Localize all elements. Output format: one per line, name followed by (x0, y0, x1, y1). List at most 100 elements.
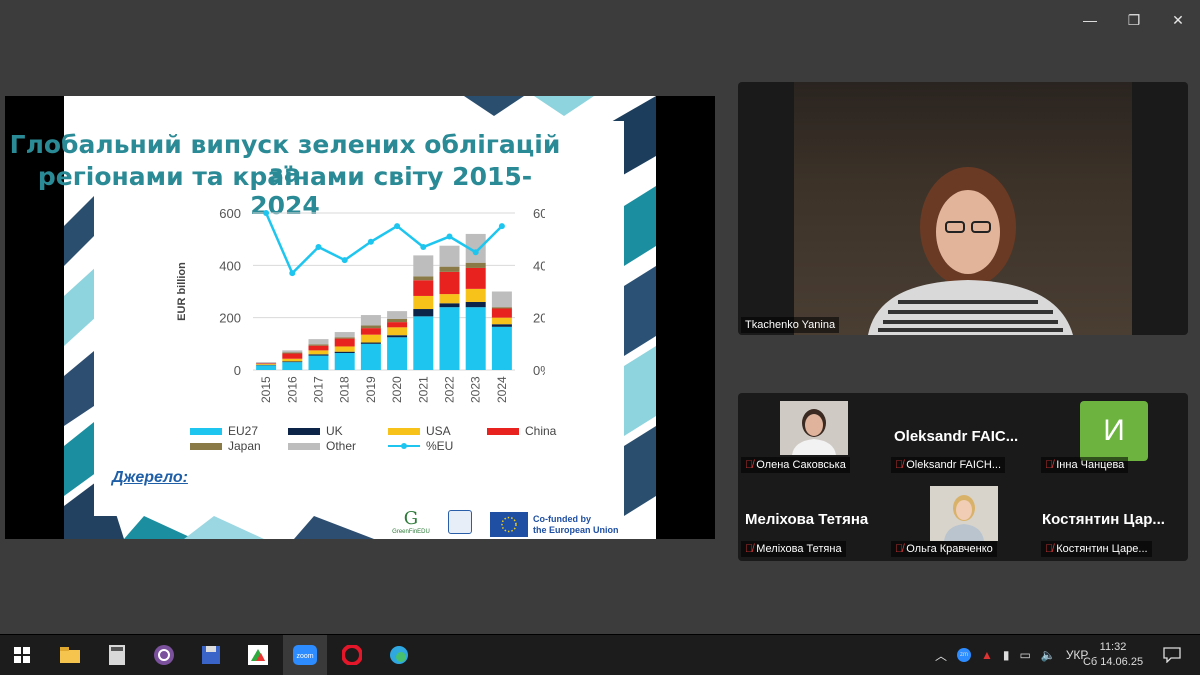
bar-china-2015 (256, 363, 277, 364)
participant-display-4: Меліхова Тетяна (745, 511, 869, 528)
bar-uk-2023 (465, 301, 486, 308)
bar-eu27-2018 (334, 352, 355, 370)
save-icon[interactable] (189, 635, 233, 675)
network-icon[interactable]: ▭ (1020, 648, 1031, 662)
legend-uk: UK (288, 424, 343, 438)
bar-uk-2015 (256, 364, 277, 366)
eu-share-point-2021 (420, 244, 427, 251)
y2-tick-label: 60% (533, 206, 545, 221)
bar-china-2017 (308, 345, 329, 351)
participant-video-1[interactable] (780, 401, 848, 455)
participant-name-4: 🎙̸ Меліхова Тетяна (741, 541, 846, 557)
participant-name-6: 🎙̸ Костянтин Царе... (1041, 541, 1152, 557)
bar-china-2018 (334, 338, 355, 347)
y2-tick-label: 40% (533, 258, 545, 273)
app-icon[interactable] (236, 635, 280, 675)
file-explorer-icon[interactable] (48, 635, 92, 675)
y2-tick-label: 0% (533, 363, 545, 378)
legend-eu27: EU27 (190, 424, 258, 438)
bar-uk-2022 (439, 303, 460, 308)
green-bonds-chart: 600 400 200 0 60% 40% 20% 0% EUR billion 2015 2016… (176, 206, 545, 403)
speaker-video[interactable]: Tkachenko Yanina (738, 82, 1188, 335)
source-link[interactable]: Джерело: (112, 469, 188, 487)
notifications-icon[interactable] (1150, 635, 1194, 675)
bar-other-2022 (439, 245, 460, 267)
bar-eu27-2016 (282, 362, 303, 370)
taskbar: zoom ︿ zm ▲ ▮ ▭ 🔈 УКР 11:32 Сб 14.06.25 (0, 634, 1200, 675)
volume-icon[interactable]: 🔈 (1041, 648, 1056, 662)
bar-eu27-2021 (413, 316, 434, 370)
edge-icon[interactable] (377, 635, 421, 675)
eu-share-point-2019 (367, 238, 374, 245)
legend-japan: Japan (190, 439, 261, 453)
bar-china-2024 (491, 308, 512, 318)
speaker-avatar (868, 167, 1073, 335)
zoom-tray-icon[interactable]: zm (957, 648, 972, 662)
participant-name-1: 🎙̸ Олена Саковська (741, 457, 850, 473)
viber-icon[interactable] (142, 635, 186, 675)
bar-japan-2021 (413, 276, 434, 281)
bar-japan-2019 (360, 325, 381, 329)
eu-share-point-2018 (341, 257, 348, 264)
participant-avatar-3[interactable]: И (1080, 401, 1148, 461)
muted-mic-icon: 🎙̸ (895, 543, 904, 555)
eu-share-point-2017 (315, 244, 322, 251)
participants-gallery: 🎙̸ Олена Саковська Oleksandr FAIC... 🎙̸ Ol… (738, 393, 1188, 561)
muted-mic-icon: 🎙̸ (745, 543, 754, 555)
bar-usa-2016 (282, 358, 303, 362)
eu-flag-icon (490, 512, 528, 537)
chevron-up-icon[interactable]: ︿ (935, 647, 947, 664)
bar-china-2022 (439, 271, 460, 295)
x-tick-label: 2023 (469, 376, 483, 403)
bar-japan-2022 (439, 266, 460, 272)
participant-name-2: 🎙̸ Oleksandr FAICH... (891, 457, 1006, 473)
bar-china-2021 (413, 280, 434, 296)
restore-icon[interactable]: ❐ (1112, 8, 1156, 32)
zoom-icon[interactable]: zoom (283, 635, 327, 675)
y-tick-label: 600 (219, 206, 241, 221)
bar-usa-2023 (465, 288, 486, 302)
muted-mic-icon: 🎙̸ (895, 459, 904, 471)
bar-uk-2019 (360, 342, 381, 344)
bar-eu27-2022 (439, 307, 460, 370)
eu-share-point-2020 (394, 223, 401, 230)
y2-tick-label: 20% (533, 311, 545, 326)
minimize-icon[interactable]: — (1068, 8, 1112, 32)
bar-usa-2015 (256, 363, 277, 365)
calculator-icon[interactable] (95, 635, 139, 675)
x-tick-label: 2016 (285, 376, 299, 403)
svg-text:zoom: zoom (296, 653, 313, 660)
eu-share-point-2024 (498, 223, 505, 230)
bar-eu27-2017 (308, 355, 329, 370)
bar-eu27-2023 (465, 307, 486, 370)
bar-usa-2019 (360, 334, 381, 343)
bar-japan-2017 (308, 344, 329, 346)
bar-usa-2022 (439, 294, 460, 304)
eu-share-point-2016 (289, 270, 296, 277)
legend-china: China (487, 424, 556, 438)
antivirus-icon[interactable]: ▲ (981, 648, 993, 662)
x-tick-label: 2017 (312, 376, 326, 403)
y-axis-label: EUR billion (176, 262, 188, 321)
x-tick-label: 2021 (416, 376, 430, 403)
eu-share-point-2022 (446, 233, 453, 240)
speaker-name: Tkachenko Yanina (741, 317, 840, 333)
bar-usa-2018 (334, 346, 355, 352)
participant-display-6: Костянтин Цар... (1042, 511, 1165, 528)
y-tick-label: 0 (234, 363, 241, 378)
participant-video-5[interactable] (930, 486, 998, 541)
clock[interactable]: 11:32 Сб 14.06.25 (1082, 635, 1144, 675)
bar-other-2019 (360, 315, 381, 326)
legend-usa: USA (388, 424, 451, 438)
usb-icon[interactable]: ▮ (1003, 648, 1010, 662)
bar-china-2016 (282, 353, 303, 359)
bar-usa-2024 (491, 317, 512, 325)
bar-uk-2017 (308, 354, 329, 356)
bar-china-2023 (465, 267, 486, 289)
start-button[interactable] (0, 635, 44, 675)
opera-icon[interactable] (330, 635, 374, 675)
system-tray: ︿ zm ▲ ▮ ▭ 🔈 УКР (935, 635, 1088, 675)
bar-eu27-2020 (387, 337, 408, 370)
close-icon[interactable]: ✕ (1156, 8, 1200, 32)
bar-other-2024 (491, 291, 512, 308)
